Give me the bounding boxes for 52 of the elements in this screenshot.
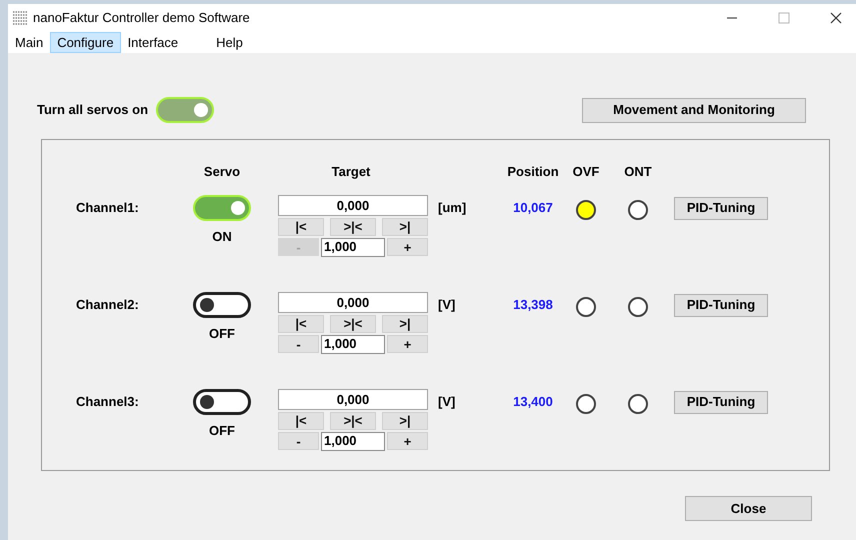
toggle-switch[interactable] — [193, 292, 251, 318]
window-title: nanoFaktur Controller demo Software — [33, 9, 250, 28]
step-button[interactable]: >| — [382, 218, 428, 236]
close-button[interactable]: Close — [685, 496, 812, 521]
channel-label: Channel1: — [75, 198, 140, 216]
step-button[interactable]: |< — [278, 412, 324, 430]
column-header: Target — [330, 163, 372, 181]
step-field[interactable]: 1,000 — [321, 432, 385, 450]
column-header: ONT — [623, 163, 653, 181]
toggle-switch[interactable] — [193, 388, 251, 414]
channel-label: Channel3: — [75, 392, 140, 410]
unit-label: [um] — [437, 198, 468, 217]
target-field[interactable]: 0,000 — [278, 388, 428, 410]
target-field[interactable]: 0,000 — [278, 292, 428, 312]
column-header: OVF — [572, 163, 600, 181]
close-icon[interactable] — [830, 12, 842, 24]
column-header: Position — [506, 163, 560, 181]
position-value: 13,400 — [512, 392, 554, 410]
pid-tuning-button[interactable]: PID-Tuning — [674, 294, 768, 316]
step-field[interactable]: 1,000 — [321, 238, 385, 256]
menu-item[interactable]: Interface — [120, 32, 186, 53]
servo-state: ON — [212, 228, 232, 246]
servo-state: OFF — [209, 422, 235, 440]
movement-monitoring-button[interactable]: Movement and Monitoring — [582, 98, 806, 122]
step-button[interactable]: >|< — [330, 314, 376, 332]
step-field[interactable]: 1,000 — [321, 334, 385, 354]
app-icon — [12, 10, 28, 26]
menu-item[interactable]: Main — [8, 32, 50, 53]
column-header: Servo — [202, 163, 242, 181]
step-button[interactable]: >| — [382, 314, 428, 332]
step-button[interactable]: >| — [382, 412, 428, 430]
menu-item[interactable]: Configure — [50, 32, 121, 53]
step-button[interactable]: - — [278, 432, 319, 450]
pid-tuning-button[interactable]: PID-Tuning — [674, 196, 768, 220]
unit-label: [V] — [437, 392, 456, 411]
step-button[interactable]: + — [387, 335, 428, 353]
position-value: 13,398 — [512, 296, 554, 314]
target-field[interactable]: 0,000 — [278, 194, 428, 216]
step-button[interactable]: >|< — [330, 412, 376, 430]
step-button[interactable]: + — [387, 238, 428, 256]
servo-state: OFF — [209, 324, 235, 342]
step-button[interactable]: |< — [278, 314, 324, 332]
step-button[interactable]: + — [387, 432, 428, 450]
pid-tuning-button[interactable]: PID-Tuning — [674, 390, 768, 414]
step-button[interactable]: >|< — [330, 218, 376, 236]
step-button[interactable]: - — [278, 335, 319, 353]
position-value: 10,067 — [512, 198, 554, 216]
step-button[interactable]: |< — [278, 218, 324, 236]
channel-label: Channel2: — [75, 296, 140, 314]
menu-item[interactable]: Help — [209, 32, 250, 53]
all-servos-label: Turn all servos on — [37, 101, 148, 120]
unit-label: [V] — [437, 296, 456, 314]
